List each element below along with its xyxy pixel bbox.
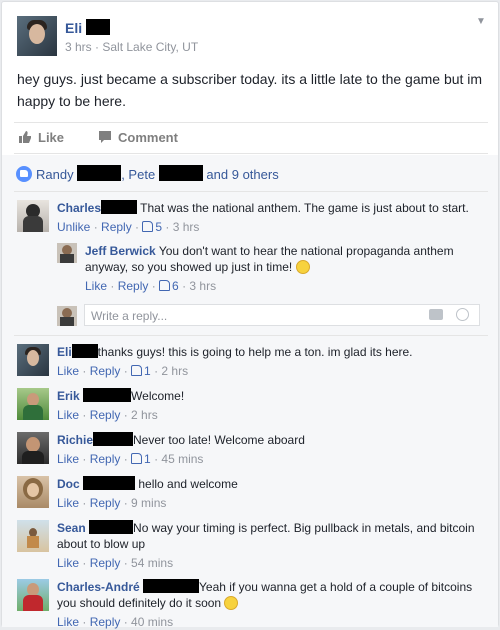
commenter-name[interactable]: Sean — [57, 521, 86, 535]
like-button[interactable]: Like — [18, 130, 64, 145]
comment-time[interactable]: 45 mins — [161, 452, 203, 466]
like-link[interactable]: Like — [57, 408, 79, 422]
like-count-icon — [142, 221, 154, 232]
redaction — [101, 200, 138, 214]
author-avatar[interactable] — [17, 16, 57, 56]
like-count-icon — [131, 365, 143, 376]
camera-icon[interactable] — [429, 309, 443, 320]
divider — [14, 335, 488, 336]
redaction — [77, 165, 122, 181]
comment-time[interactable]: 3 hrs — [173, 220, 200, 234]
comment-icon — [99, 131, 111, 143]
avatar — [57, 306, 77, 326]
post-time[interactable]: 3 hrs — [65, 40, 92, 54]
divider — [14, 191, 488, 192]
reply-link[interactable]: Reply — [90, 556, 121, 570]
commenter-name[interactable]: Jeff Berwick — [85, 244, 156, 258]
avatar[interactable] — [17, 344, 49, 376]
comments-area: Randy , Pete and 9 others Charles That w… — [2, 155, 498, 629]
like-count-icon — [159, 280, 171, 291]
like-link[interactable]: Like — [57, 364, 79, 378]
thumbs-up-icon — [19, 131, 31, 143]
like-link[interactable]: Like — [57, 556, 79, 570]
avatar[interactable] — [17, 476, 49, 508]
smile-emoji-icon — [295, 260, 310, 274]
like-link[interactable]: Like — [57, 452, 79, 466]
like-count[interactable]: 1 — [144, 364, 151, 378]
like-link[interactable]: Like — [57, 615, 79, 629]
likes-summary[interactable]: Randy , Pete and 9 others — [16, 165, 279, 182]
post-text: hey guys. just became a subscriber today… — [17, 71, 483, 109]
commenter-name[interactable]: Charles — [57, 201, 101, 215]
comment-text: hello and welcome — [138, 477, 238, 491]
comment-button[interactable]: Comment — [98, 130, 178, 145]
post-actions: Like Comment — [14, 122, 488, 154]
comment-time[interactable]: 3 hrs — [189, 279, 216, 293]
comment-text: thanks guys! this is going to help me a … — [97, 345, 413, 359]
redaction — [83, 388, 132, 402]
like-link[interactable]: Like — [57, 496, 79, 510]
comment-time[interactable]: 2 hrs — [131, 408, 158, 422]
post-card: Eli 3 hrs · Salt Lake City, UT ▼ hey guy… — [1, 1, 499, 629]
commenter-name[interactable]: Eli — [57, 345, 72, 359]
reply-link[interactable]: Reply — [90, 615, 121, 629]
unlike-link[interactable]: Unlike — [57, 220, 90, 234]
avatar[interactable] — [17, 388, 49, 420]
reply-link[interactable]: Reply — [118, 279, 149, 293]
comment-text: Never too late! Welcome aboard — [133, 433, 305, 447]
redaction — [83, 476, 136, 490]
comment-text: Welcome! — [131, 389, 185, 403]
redaction — [71, 344, 98, 358]
like-reaction-icon — [16, 166, 32, 182]
comment-time[interactable]: 54 mins — [131, 556, 173, 570]
reply-link[interactable]: Reply — [90, 452, 121, 466]
comment-time[interactable]: 9 mins — [131, 496, 166, 510]
reply-link[interactable]: Reply — [101, 220, 132, 234]
redaction — [89, 520, 134, 534]
comment-text: That was the national anthem. The game i… — [140, 201, 469, 215]
like-count[interactable]: 1 — [144, 452, 151, 466]
like-count[interactable]: 6 — [172, 279, 179, 293]
like-count-icon — [131, 453, 143, 464]
chevron-down-icon[interactable]: ▼ — [476, 16, 486, 27]
like-link[interactable]: Like — [85, 279, 107, 293]
comment-time[interactable]: 2 hrs — [161, 364, 188, 378]
reply-input[interactable]: Write a reply... — [84, 304, 480, 326]
redaction — [143, 579, 200, 593]
avatar[interactable] — [57, 243, 77, 263]
redaction — [86, 19, 111, 35]
avatar[interactable] — [17, 520, 49, 552]
avatar[interactable] — [17, 579, 49, 611]
commenter-name[interactable]: Doc — [57, 477, 80, 491]
reply-link[interactable]: Reply — [90, 364, 121, 378]
reply-link[interactable]: Reply — [90, 496, 121, 510]
avatar[interactable] — [17, 432, 49, 464]
comment-time[interactable]: 40 mins — [131, 615, 173, 629]
redaction — [158, 165, 203, 181]
commenter-name[interactable]: Charles-André — [57, 580, 140, 594]
commenter-name[interactable]: Richie — [57, 433, 93, 447]
redaction — [93, 432, 134, 446]
post-meta: 3 hrs · Salt Lake City, UT — [65, 40, 199, 54]
author-name[interactable]: Eli — [65, 20, 82, 36]
reply-link[interactable]: Reply — [90, 408, 121, 422]
grimace-emoji-icon — [224, 596, 239, 610]
post-location[interactable]: Salt Lake City, UT — [102, 40, 198, 54]
avatar[interactable] — [17, 200, 49, 232]
commenter-name[interactable]: Erik — [57, 389, 80, 403]
emoji-icon[interactable] — [456, 308, 469, 321]
